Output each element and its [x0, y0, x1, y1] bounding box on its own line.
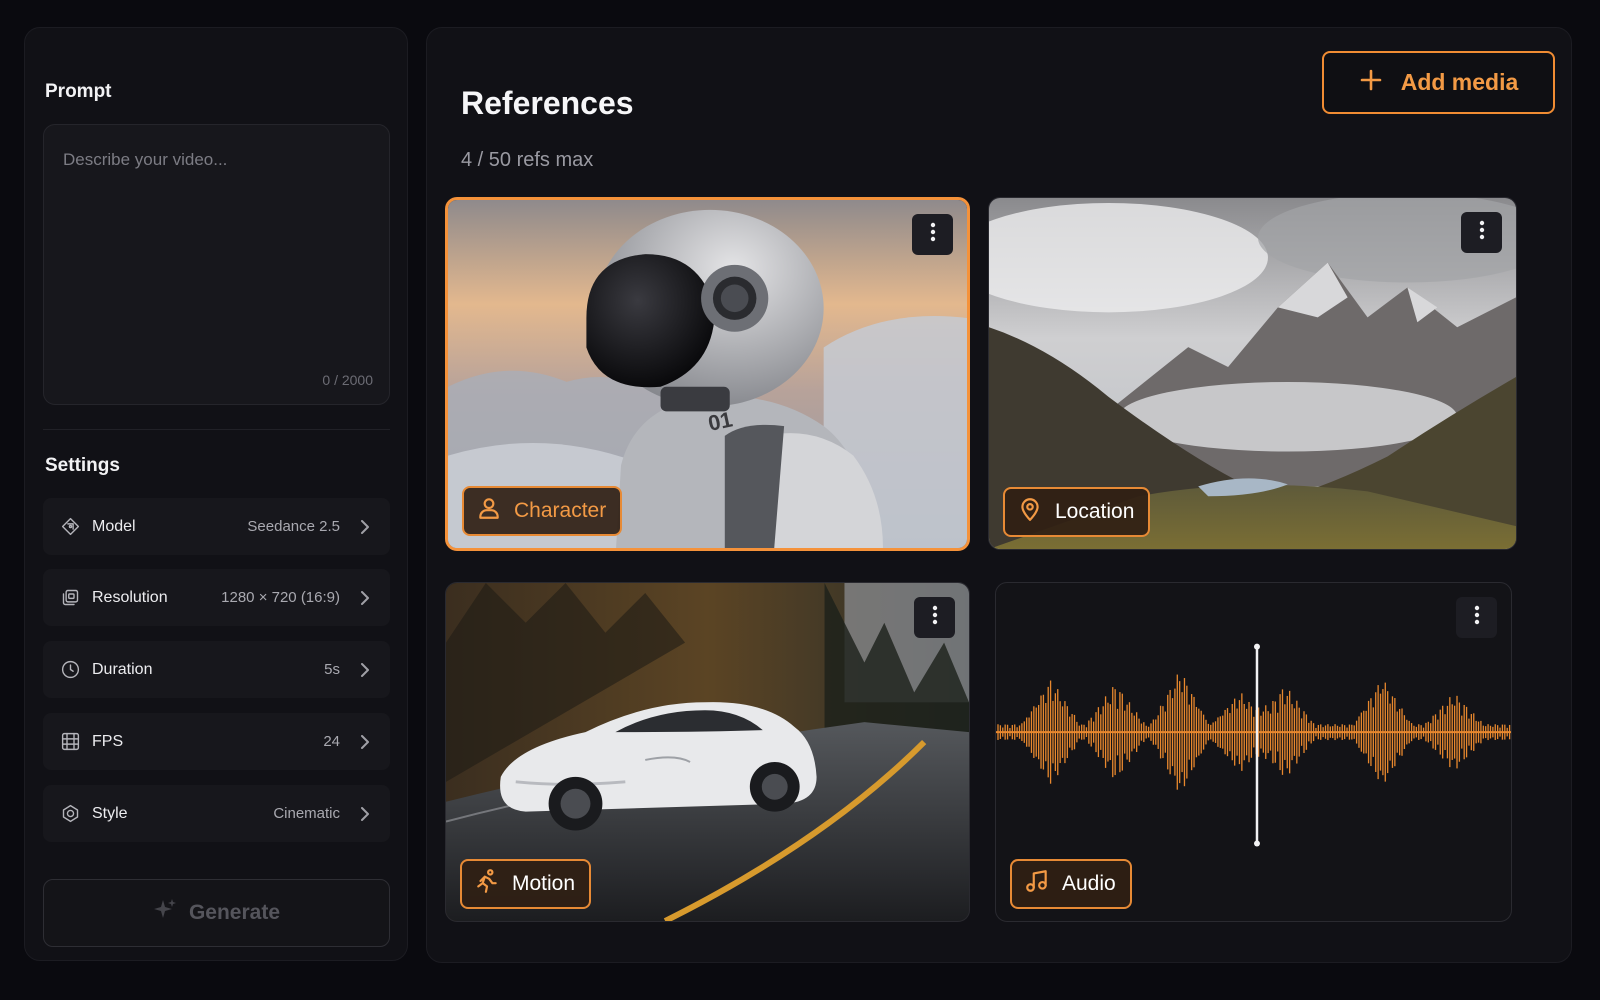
setting-label: Resolution [92, 588, 168, 606]
more-vertical-icon [1479, 220, 1485, 245]
tag-label: Motion [512, 872, 576, 895]
more-options-button[interactable] [1456, 597, 1497, 638]
prompt-input[interactable]: Describe your video... 0 / 2000 [43, 124, 390, 405]
setting-label: Style [92, 804, 128, 822]
chevron-right-icon [358, 806, 372, 821]
clock-icon [59, 659, 81, 681]
settings-title: Settings [45, 455, 120, 476]
chevron-right-icon [358, 662, 372, 677]
music-note-icon [1024, 868, 1050, 900]
add-media-label: Add media [1400, 69, 1519, 95]
more-vertical-icon [932, 605, 938, 630]
waveform-bars [997, 674, 1511, 790]
location-pin-icon [1017, 496, 1043, 528]
generate-button[interactable]: Generate [43, 879, 390, 947]
generate-label: Generate [188, 901, 281, 924]
model-icon [59, 516, 81, 538]
reference-card-motion[interactable]: Motion [445, 582, 970, 922]
setting-value: 5s [324, 661, 340, 678]
add-media-button[interactable]: Add media [1322, 51, 1555, 114]
reference-tag[interactable]: Motion [460, 859, 592, 909]
setting-label: FPS [92, 732, 124, 750]
setting-value: Cinematic [273, 805, 340, 822]
plus-icon [1359, 68, 1383, 98]
reference-tag[interactable]: Audio [1010, 859, 1132, 909]
more-options-button[interactable] [912, 214, 953, 255]
style-icon [59, 803, 81, 825]
tag-label: Character [514, 499, 607, 522]
tag-label: Audio [1062, 872, 1116, 895]
more-vertical-icon [930, 222, 936, 247]
divider [43, 429, 390, 430]
tag-label: Location [1055, 500, 1135, 523]
page-title: References [461, 85, 634, 121]
running-person-icon [474, 868, 500, 900]
prompt-title: Prompt [45, 81, 112, 102]
setting-label: Duration [92, 660, 153, 678]
reference-card-audio[interactable]: Audio [995, 582, 1512, 922]
setting-resolution[interactable]: Resolution 1280 × 720 (16:9) [43, 569, 390, 626]
character-counter: 0 / 2000 [322, 372, 373, 388]
chevron-right-icon [358, 590, 372, 605]
setting-value: Seedance 2.5 [247, 518, 340, 535]
refs-count: 4 / 50 refs max [461, 149, 594, 171]
setting-value: 1280 × 720 (16:9) [221, 589, 340, 606]
prompt-placeholder: Describe your video... [63, 150, 228, 169]
setting-value: 24 [323, 733, 340, 750]
reference-card-location[interactable]: Location [988, 197, 1517, 550]
reference-card-character[interactable]: 01 Character [445, 197, 970, 551]
more-options-button[interactable] [1461, 212, 1502, 253]
setting-model[interactable]: Model Seedance 2.5 [43, 498, 390, 555]
setting-label: Model [92, 517, 136, 535]
reference-tag[interactable]: Character [462, 486, 623, 536]
references-panel: References Add media 4 / 50 refs max 01 … [426, 27, 1572, 963]
setting-style[interactable]: Style Cinematic [43, 785, 390, 842]
more-vertical-icon [1474, 605, 1480, 630]
chevron-right-icon [358, 734, 372, 749]
person-icon [476, 495, 502, 527]
left-panel: Prompt Describe your video... 0 / 2000 S… [24, 27, 408, 961]
chevron-right-icon [358, 519, 372, 534]
reference-tag[interactable]: Location [1003, 487, 1151, 537]
more-options-button[interactable] [914, 597, 955, 638]
film-frames-icon [59, 731, 81, 753]
setting-duration[interactable]: Duration 5s [43, 641, 390, 698]
resolution-icon [59, 587, 81, 609]
sparkle-icon [153, 898, 177, 928]
setting-fps[interactable]: FPS 24 [43, 713, 390, 770]
